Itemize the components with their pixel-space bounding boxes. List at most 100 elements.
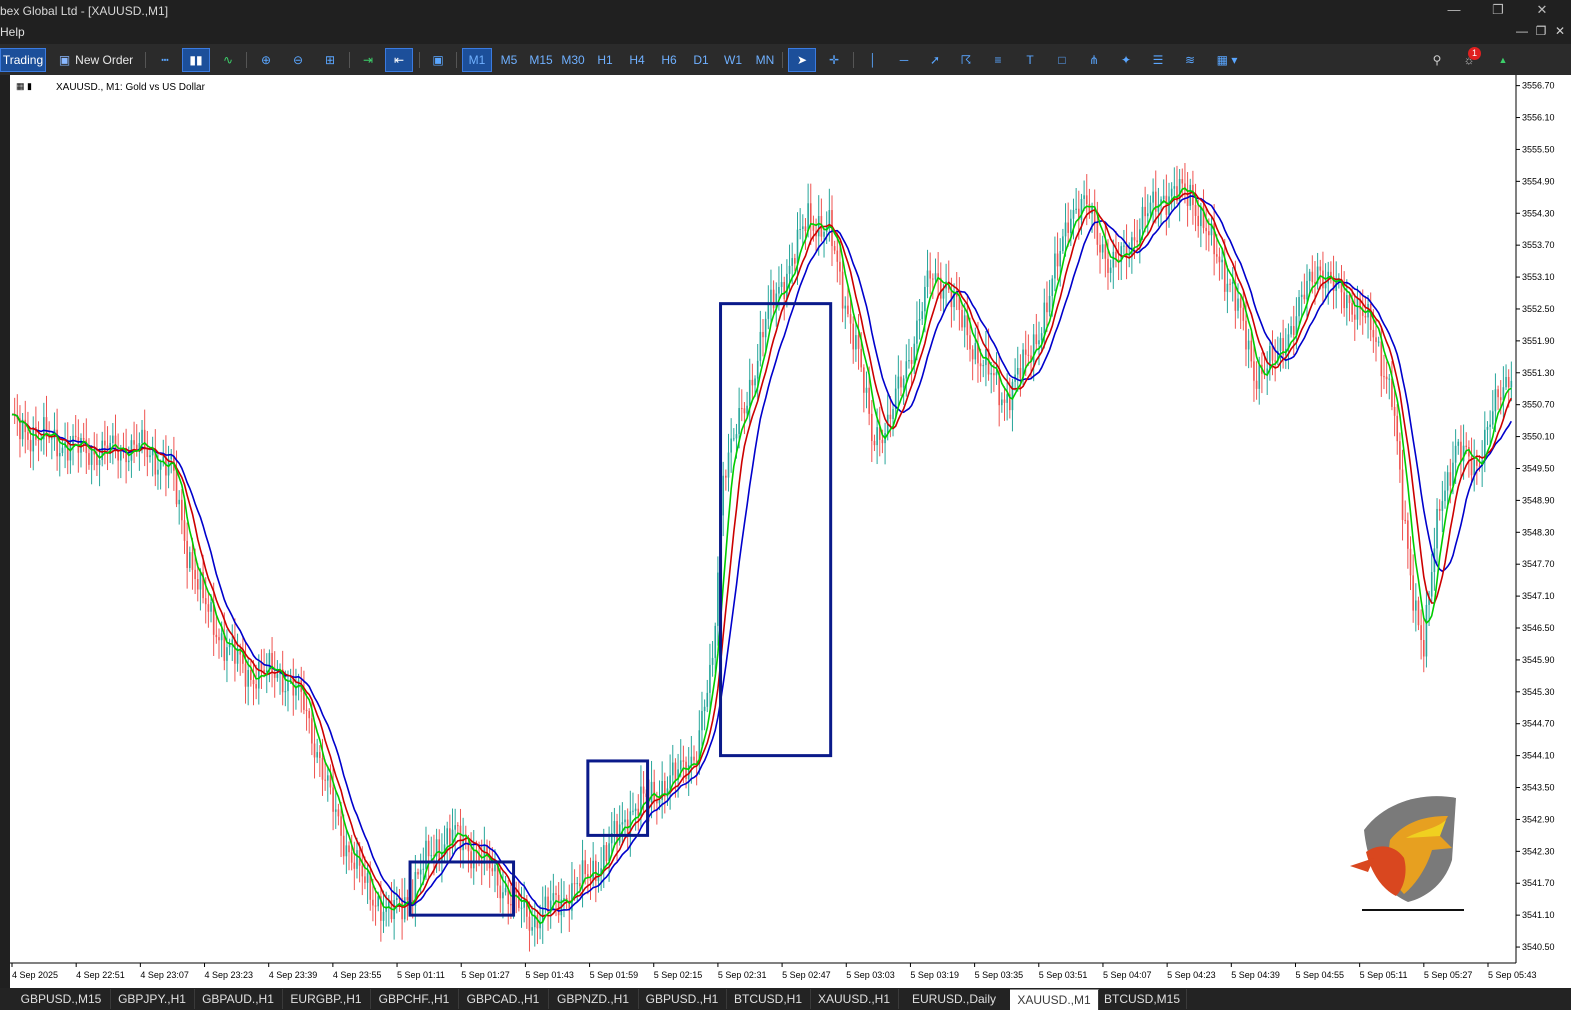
- candle-body: [974, 343, 977, 360]
- restore-icon[interactable]: ❐: [1476, 2, 1520, 20]
- candle-body: [1242, 307, 1245, 321]
- chart-tab[interactable]: EURUSD.,Daily: [898, 989, 1011, 1009]
- fibonacci-icon[interactable]: ≡: [985, 48, 1011, 72]
- mdi-close-icon[interactable]: ✕: [1550, 24, 1570, 38]
- chart-tab[interactable]: BTCUSD,M15: [1098, 989, 1187, 1009]
- candle-body: [1497, 389, 1499, 398]
- chart-tab[interactable]: EURGBP.,H1: [282, 989, 371, 1009]
- chart-tab[interactable]: BTCUSD,H1: [726, 989, 811, 1009]
- candle-body: [356, 850, 358, 869]
- candle-body: [740, 408, 743, 410]
- candle-body: [1136, 240, 1138, 243]
- timeframe-d1-button[interactable]: D1: [686, 48, 716, 72]
- chart-shift-icon[interactable]: ⇤: [385, 48, 413, 72]
- timeframe-m15-button[interactable]: M15: [526, 48, 556, 72]
- candle-body: [250, 669, 252, 680]
- timeframe-h6-button[interactable]: H6: [654, 48, 684, 72]
- candle-body: [340, 816, 342, 836]
- cycle-lines-icon[interactable]: ☰: [1145, 48, 1171, 72]
- candle-body: [786, 273, 788, 300]
- candle-body: [642, 786, 645, 794]
- algo-trading-button[interactable]: Trading: [0, 48, 46, 72]
- candle-body: [1038, 340, 1040, 345]
- candlestick-chart-icon[interactable]: ▮▮: [182, 48, 210, 72]
- mdi-restore-icon[interactable]: ❐: [1531, 24, 1551, 38]
- timeframe-h4-button[interactable]: H4: [622, 48, 652, 72]
- horizontal-line-icon[interactable]: ─: [891, 48, 917, 72]
- chart-tab[interactable]: GBPCAD.,H1: [458, 989, 549, 1009]
- candle-body: [1476, 459, 1478, 466]
- trendline-icon[interactable]: ➚: [922, 48, 948, 72]
- candle-body: [257, 661, 260, 689]
- screenshot-icon[interactable]: ▣: [425, 48, 451, 72]
- timeframe-h1-button[interactable]: H1: [590, 48, 620, 72]
- search-icon[interactable]: ⚲: [1424, 48, 1450, 72]
- candle-body: [1245, 320, 1247, 350]
- candle-body: [1505, 376, 1507, 388]
- vertical-line-icon[interactable]: │: [860, 48, 886, 72]
- candle-body: [1067, 222, 1069, 233]
- chart-tab[interactable]: XAUUSD.,H1: [810, 989, 899, 1009]
- chart-window[interactable]: ▦ ▮ XAUUSD., M1: Gold vs US Dollar 3556.…: [10, 75, 1571, 988]
- toolbar-separator: [145, 52, 146, 68]
- title-bar: bex Global Ltd - [XAUUSD.,M1] — ❐ ✕: [0, 0, 1571, 22]
- text-icon[interactable]: T: [1017, 48, 1043, 72]
- gann-fan-icon[interactable]: ✦: [1113, 48, 1139, 72]
- candle-body: [881, 439, 884, 444]
- candle-body: [1409, 548, 1412, 576]
- candle-body: [284, 691, 287, 693]
- crosshair-icon[interactable]: ✛: [820, 48, 848, 72]
- line-chart-icon[interactable]: ∿: [214, 48, 242, 72]
- candle-body: [873, 440, 876, 446]
- close-icon[interactable]: ✕: [1520, 2, 1564, 20]
- zoom-in-icon[interactable]: ⊕: [253, 48, 279, 72]
- timeframe-m1-button[interactable]: M1: [462, 48, 492, 72]
- autoscroll-icon[interactable]: ⇥: [355, 48, 381, 72]
- candle-body: [188, 552, 191, 568]
- candle-body: [1146, 213, 1149, 217]
- candle-body: [1383, 376, 1385, 378]
- channel-icon[interactable]: ☈: [953, 48, 979, 72]
- timeframe-w1-button[interactable]: W1: [718, 48, 748, 72]
- shapes-menu-icon[interactable]: ▦ ▾: [1209, 48, 1245, 72]
- candle-body: [1104, 244, 1107, 259]
- time-tick-label: 5 Sep 04:39: [1231, 970, 1280, 980]
- toolbar-separator: [419, 52, 420, 68]
- candle-body: [868, 387, 870, 414]
- chart-tab[interactable]: XAUUSD.,M1: [1010, 989, 1099, 1010]
- minimize-icon[interactable]: —: [1432, 2, 1476, 20]
- rectangle-icon[interactable]: □: [1049, 48, 1075, 72]
- chart-tab[interactable]: GBPAUD.,H1: [194, 989, 283, 1009]
- candle-body: [406, 897, 409, 901]
- candle-body: [584, 860, 587, 875]
- candle-body: [1144, 206, 1146, 217]
- candle-body: [504, 888, 507, 893]
- bar-chart-icon[interactable]: ┅: [152, 48, 178, 72]
- timeframe-m5-button[interactable]: M5: [494, 48, 524, 72]
- chart-tab[interactable]: GBPUSD.,M15: [12, 989, 111, 1009]
- timeframe-mn-button[interactable]: MN: [750, 48, 780, 72]
- pitchfork-icon[interactable]: ⋔: [1081, 48, 1107, 72]
- elliott-wave-icon[interactable]: ≋: [1177, 48, 1203, 72]
- price-chart[interactable]: 3556.70 3556.10 3555.50 3554.90 3554.30 3553.…: [10, 75, 1571, 988]
- zoom-out-icon[interactable]: ⊖: [285, 48, 311, 72]
- new-order-button[interactable]: ▣ New Order: [54, 48, 138, 72]
- tile-windows-icon[interactable]: ⊞: [317, 48, 343, 72]
- mdi-minimize-icon[interactable]: —: [1512, 24, 1532, 38]
- chart-tab[interactable]: GBPJPY.,H1: [110, 989, 195, 1009]
- timeframe-m30-button[interactable]: M30: [558, 48, 588, 72]
- chart-tab[interactable]: GBPUSD.,H1: [638, 989, 727, 1009]
- candle-body: [1279, 338, 1282, 352]
- candle-body: [1473, 459, 1475, 476]
- candle-body: [876, 427, 878, 446]
- notifications-icon[interactable]: ☼ 1: [1456, 47, 1482, 72]
- candle-body: [1489, 424, 1491, 427]
- candle-body: [313, 743, 316, 758]
- cursor-icon[interactable]: ➤: [788, 48, 816, 72]
- candle-body: [844, 305, 847, 309]
- menu-help[interactable]: Help: [0, 25, 25, 39]
- chart-tab[interactable]: GBPCHF.,H1: [370, 989, 459, 1009]
- candle-body: [1056, 253, 1059, 267]
- candle-body: [839, 261, 841, 272]
- chart-tab[interactable]: GBPNZD.,H1: [548, 989, 639, 1009]
